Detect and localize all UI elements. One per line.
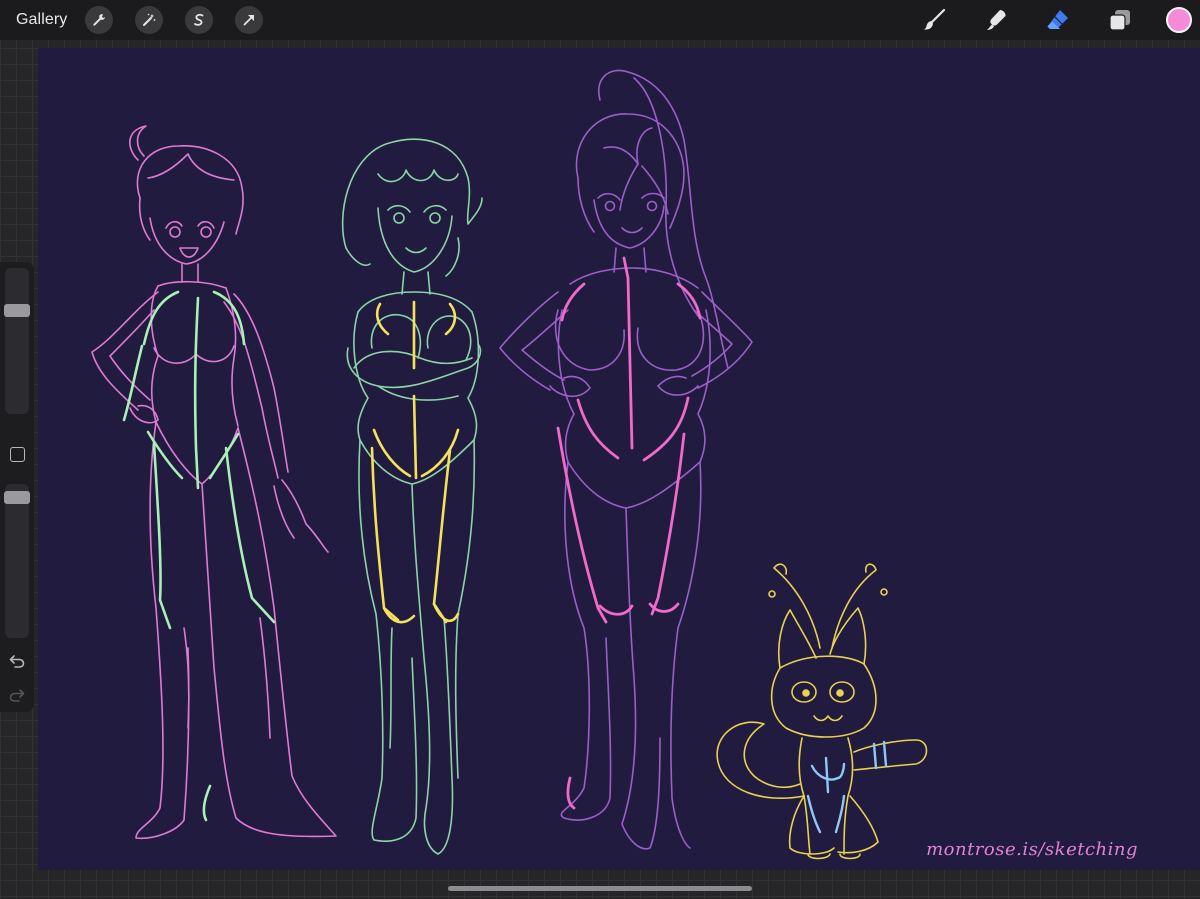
gallery-button[interactable]: Gallery [16, 11, 67, 29]
eraser-icon [1047, 10, 1068, 29]
layers-button[interactable] [1104, 4, 1136, 36]
figure-purple-character [499, 69, 753, 850]
home-indicator-bar[interactable] [448, 886, 752, 891]
brush-size-slider[interactable] [4, 268, 30, 414]
brush-tool-button[interactable] [918, 4, 950, 36]
transform-button[interactable] [235, 6, 264, 34]
selection-button[interactable] [185, 6, 214, 34]
selection-s-icon [194, 13, 204, 26]
color-picker-button[interactable] [1166, 7, 1192, 33]
adjustments-button[interactable] [135, 6, 164, 34]
figure-green-suit-accents [370, 300, 460, 624]
magic-wand-icon [143, 13, 156, 26]
drawing-canvas[interactable]: montrose.is/sketching [38, 48, 1200, 870]
figure-pink-character [91, 125, 337, 840]
redo-icon[interactable] [8, 686, 26, 704]
line-art-drawing [91, 69, 928, 860]
undo-icon[interactable] [8, 652, 26, 670]
modify-button[interactable] [10, 447, 25, 462]
actions-button[interactable] [85, 6, 114, 34]
figure-purple-suit-accents [556, 256, 702, 810]
brush-size-slider-handle[interactable] [4, 304, 30, 317]
watermark-text: montrose.is/sketching [926, 839, 1138, 860]
figure-pink-suit-accents [122, 290, 276, 822]
cat-mascot [716, 563, 928, 860]
wrench-icon [93, 14, 106, 26]
procreate-app: Gallery montrose.is/sketching [0, 0, 1200, 899]
opacity-slider[interactable] [4, 484, 30, 638]
eraser-tool-button[interactable] [1042, 4, 1074, 36]
transform-arrow-icon [243, 15, 255, 26]
cat-mascot-suit-accents [806, 740, 888, 834]
figure-green-character [341, 138, 483, 855]
top-toolbar: Gallery [0, 0, 1200, 40]
left-sidebar [0, 262, 34, 712]
layers-icon [1109, 10, 1130, 31]
brush-icon [924, 8, 946, 30]
smudge-tool-button[interactable] [980, 4, 1012, 36]
right-tool-group [918, 0, 1200, 40]
smudge-icon [987, 10, 1006, 30]
opacity-slider-handle[interactable] [4, 491, 30, 504]
